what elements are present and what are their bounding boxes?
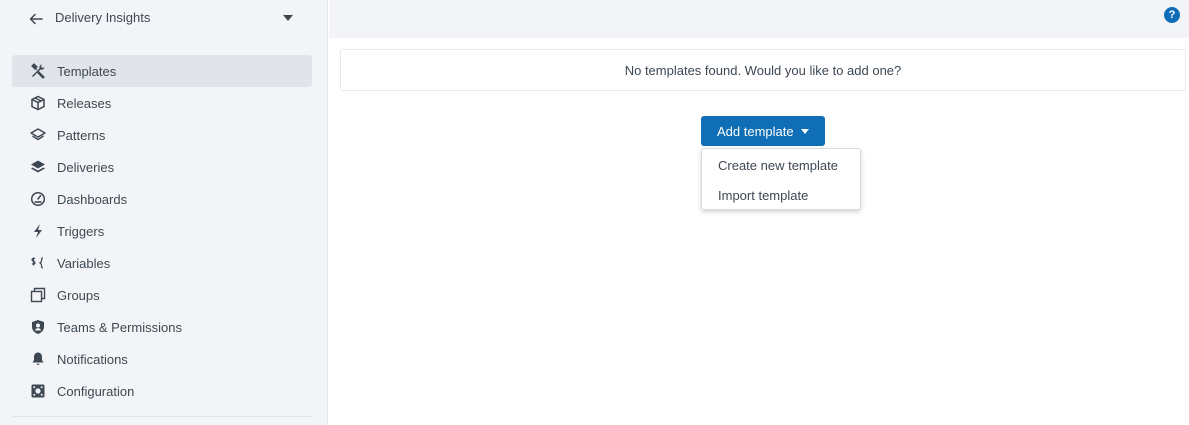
- sidebar: Delivery Insights Templates Releases Pat…: [0, 0, 328, 425]
- sidebar-item-templates[interactable]: Templates: [12, 55, 312, 87]
- sidebar-item-label: Teams & Permissions: [57, 320, 182, 335]
- shield-user-icon: [30, 319, 46, 335]
- sidebar-item-triggers[interactable]: Triggers: [12, 215, 312, 247]
- sidebar-item-teams-permissions[interactable]: Teams & Permissions: [12, 311, 312, 343]
- sidebar-item-patterns[interactable]: Patterns: [12, 119, 312, 151]
- sidebar-header: Delivery Insights: [0, 0, 328, 38]
- sidebar-item-releases[interactable]: Releases: [12, 87, 312, 119]
- sidebar-item-label: Deliveries: [57, 160, 115, 175]
- bolt-icon: [30, 223, 46, 239]
- bell-icon: [30, 351, 46, 367]
- add-template-button-label: Add template: [717, 123, 794, 139]
- help-icon[interactable]: ?: [1164, 7, 1180, 23]
- sidebar-item-label: Configuration: [57, 384, 135, 399]
- sidebar-item-label: Patterns: [57, 128, 106, 143]
- copy-icon: [30, 287, 46, 303]
- sidebar-divider: [12, 416, 312, 417]
- variable-icon: [30, 255, 46, 271]
- empty-state-banner: No templates found. Would you like to ad…: [340, 49, 1186, 91]
- sidebar-item-label: Notifications: [57, 352, 128, 367]
- sidebar-item-variables[interactable]: Variables: [12, 247, 312, 279]
- empty-state-message: No templates found. Would you like to ad…: [624, 62, 902, 78]
- caret-down-icon: [801, 129, 809, 134]
- menu-item-import-template[interactable]: Import template: [702, 180, 860, 210]
- add-template-button[interactable]: Add template: [701, 116, 825, 146]
- sidebar-item-label: Dashboards: [57, 192, 128, 207]
- sidebar-item-groups[interactable]: Groups: [12, 279, 312, 311]
- sidebar-item-label: Templates: [57, 64, 117, 79]
- sidebar-item-label: Releases: [57, 96, 112, 111]
- menu-item-create-new-template[interactable]: Create new template: [702, 150, 860, 180]
- chevron-down-icon[interactable]: [283, 15, 293, 21]
- config-icon: [30, 383, 46, 399]
- layers-outline-icon: [30, 127, 46, 143]
- sidebar-item-label: Variables: [57, 256, 111, 271]
- sidebar-item-label: Groups: [57, 288, 100, 303]
- layers-filled-icon: [30, 159, 46, 175]
- top-bar: ?: [329, 0, 1189, 38]
- sidebar-item-label: Triggers: [57, 224, 105, 239]
- back-arrow-icon[interactable]: [28, 11, 44, 27]
- add-template-dropdown-menu: Create new template Import template: [701, 148, 861, 210]
- sidebar-item-notifications[interactable]: Notifications: [12, 343, 312, 375]
- sidebar-item-configuration[interactable]: Configuration: [12, 375, 312, 407]
- cube-icon: [30, 95, 46, 111]
- gauge-icon: [30, 191, 46, 207]
- sidebar-item-dashboards[interactable]: Dashboards: [12, 183, 312, 215]
- app-title: Delivery Insights: [55, 10, 151, 25]
- tools-icon: [30, 63, 46, 79]
- sidebar-item-deliveries[interactable]: Deliveries: [12, 151, 312, 183]
- sidebar-nav: Templates Releases Patterns Deliveries D…: [12, 55, 312, 407]
